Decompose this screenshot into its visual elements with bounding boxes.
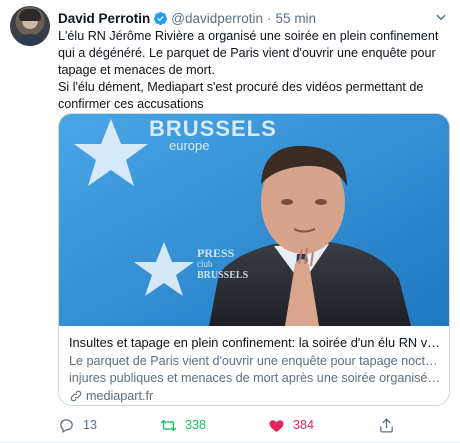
tweet-time[interactable]: 55 min [276,11,317,26]
tweet-header: David Perrotin @davidperrotin · 55 min [58,9,316,27]
card-domain-text: mediapart.fr [86,389,154,403]
verified-icon [154,11,168,25]
tweet[interactable]: David Perrotin @davidperrotin · 55 min L… [0,0,460,443]
share-icon [380,417,393,433]
reply-button[interactable]: 13 [58,415,97,435]
tweet-paragraph-1: L'élu RN Jérôme Rivière a organisé une s… [58,29,439,77]
reply-icon [60,418,73,433]
card-title[interactable]: Insultes et tapage en plein confinement:… [69,334,441,351]
card-description-line-1: Le parquet de Paris vient d'ouvrir une e… [69,354,441,368]
reply-count: 13 [83,418,98,432]
card-description-line-2: injures publiques et menaces de mort apr… [69,370,441,385]
tweet-paragraph-2: Si l'élu dément, Mediapart s'est procuré… [58,80,424,111]
tweet-text: L'élu RN Jérôme Rivière a organisé une s… [58,28,450,113]
card-image[interactable]: BRUSSELS europe PRESS club BRUSSELS [59,114,449,326]
share-button[interactable] [378,415,403,435]
tweet-actions: 13 338 384 [58,415,450,435]
link-icon [70,390,82,402]
avatar-shirt [14,34,46,46]
author-name[interactable]: David Perrotin [58,11,150,26]
author-handle[interactable]: @davidperrotin [171,11,263,26]
avatar-hair [19,9,41,21]
like-button[interactable]: 384 [268,415,314,435]
retweet-count: 338 [185,418,207,432]
link-card[interactable]: BRUSSELS europe PRESS club BRUSSELS Insu… [58,113,450,406]
retweet-button[interactable]: 338 [160,415,206,435]
card-domain[interactable]: mediapart.fr [69,389,153,403]
brussels-sign: BRUSSELS europe [149,116,277,153]
retweet-icon [160,419,177,431]
heart-icon [269,419,284,432]
more-options-icon[interactable] [432,8,450,26]
card-description: Le parquet de Paris vient d'ouvrir une e… [69,353,441,386]
avatar[interactable] [10,6,50,46]
press-club-sign: PRESS club BRUSSELS [197,246,249,281]
separator-dot: · [267,10,272,26]
like-count: 384 [293,418,315,432]
